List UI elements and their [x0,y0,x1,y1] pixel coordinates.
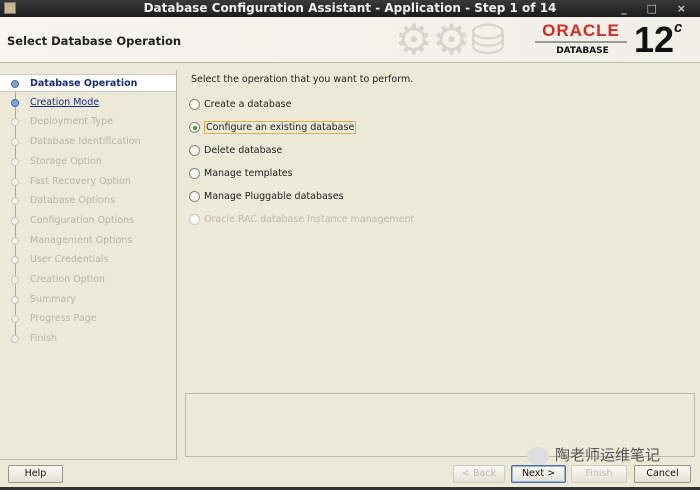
step-node-icon [11,197,19,206]
page-title: Select Database Operation [7,34,182,48]
step-label: Progress Page [30,313,97,325]
title-bar: Database Configuration Assistant - Appli… [0,0,700,17]
step-label: Finish [30,333,58,345]
radio-label: Manage templates [204,168,293,179]
step-node-icon [11,157,19,166]
step-label: Summary [30,293,76,305]
step-node-icon [11,118,19,127]
radio-button[interactable] [189,191,200,202]
step-creation-option: Creation Option [0,271,176,289]
step-label: Fast Recovery Option [30,175,131,187]
step-label: Creation Mode [30,96,100,108]
radio-label: Delete database [204,145,283,156]
help-button[interactable]: Help [8,465,63,483]
step-database-operation[interactable]: Database Operation [0,74,176,92]
radio-button[interactable] [189,168,200,179]
step-summary: Summary [0,291,176,309]
step-label: Configuration Options [30,214,135,226]
step-node-icon [11,236,19,245]
radio-button[interactable] [189,99,200,110]
radio-option-create-a-database[interactable]: Create a database [189,98,291,112]
step-label: Storage Option [30,155,102,167]
window-title: Database Configuration Assistant - Appli… [143,1,557,15]
gears-decoration-icon: ⚙⚙⛁ [395,17,506,63]
step-database-identification: Database Identification [0,133,176,151]
radio-label: Configure an existing database [204,121,357,134]
cancel-button[interactable]: Cancel [634,465,691,483]
radio-button[interactable] [189,145,200,156]
radio-option-manage-pluggable-databases[interactable]: Manage Pluggable databases [189,190,344,204]
finish-button[interactable]: Finish [571,465,627,483]
step-label: Database Identification [30,136,141,148]
watermark: 陶老师运维笔记 [527,444,660,465]
java-app-icon [4,2,16,14]
radio-option-oracle-rac-database-instance-management: Oracle RAC database Instance management [189,213,414,227]
step-node-icon [11,295,19,304]
header-banner: Select Database Operation ⚙⚙⛁ ORACLE DAT… [0,17,700,63]
radio-option-delete-database[interactable]: Delete database [189,144,282,158]
version-logo: 12c [634,19,683,60]
step-node-icon [11,98,19,107]
oracle-logo: ORACLE DATABASE [535,21,630,56]
next-button[interactable]: Next > [511,465,566,483]
step-node-icon [11,276,19,284]
radio-label: Manage Pluggable databases [204,191,344,202]
step-node-icon [11,216,19,225]
step-user-credentials: User Credentials [0,251,176,269]
radio-label: Create a database [204,99,292,110]
step-creation-mode[interactable]: Creation Mode [0,94,176,112]
step-node-icon [11,256,19,265]
step-node-icon [11,138,19,147]
step-configuration-options: Configuration Options [0,212,176,230]
step-label: Management Options [30,234,133,246]
step-management-options: Management Options [0,232,176,250]
step-storage-option: Storage Option [0,153,176,171]
radio-label: Oracle RAC database Instance management [204,214,415,225]
wechat-icon [527,446,549,465]
step-progress-page: Progress Page [0,310,176,328]
step-label: Deployment Type [30,116,113,128]
window-controls[interactable]: _ □ × [621,0,694,17]
instruction-text: Select the operation that you want to pe… [191,74,414,85]
step-node-icon [11,177,19,186]
step-label: Database Operation [30,78,138,89]
step-deployment-type: Deployment Type [0,113,176,131]
step-label: User Credentials [30,254,109,266]
step-node-icon [11,80,19,88]
radio-option-manage-templates[interactable]: Manage templates [189,167,293,181]
back-button[interactable]: < Back [453,465,505,483]
step-database-options: Database Options [0,192,176,210]
step-finish: Finish [0,330,176,348]
step-node-icon [11,335,19,344]
step-label: Database Options [30,195,116,207]
step-fast-recovery-option: Fast Recovery Option [0,173,176,191]
radio-button [189,214,200,225]
radio-option-configure-an-existing-database[interactable]: Configure an existing database [189,121,357,135]
step-node-icon [11,315,19,324]
step-label: Creation Option [30,274,105,285]
radio-button[interactable] [189,122,200,133]
